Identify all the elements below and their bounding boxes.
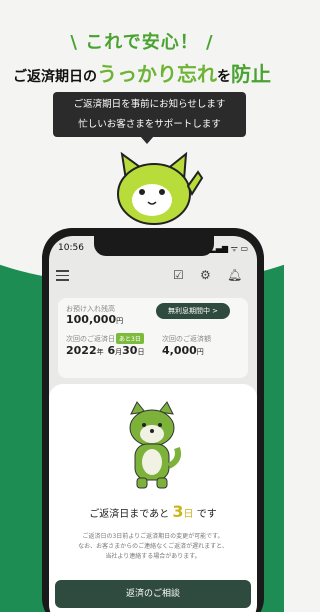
phone-screen: 10:56 ▂▄▆ ᯤ ▭ ☑ ⚙ 🔔︎ お預け入れ残高 100,000円 無利… xyxy=(49,236,257,612)
bubble-line-1: ご返済期日を事前にお知らせします xyxy=(73,99,226,110)
interest-free-button[interactable]: 無利息期間中 > xyxy=(156,303,230,319)
cat-mascot-icon xyxy=(117,151,204,225)
bell-icon[interactable]: 🔔︎ xyxy=(227,268,242,282)
days-left-tag: あと3日 xyxy=(116,333,144,344)
repayment-consult-button[interactable]: 返済のご相談 xyxy=(55,580,251,608)
days-left-value: 3 xyxy=(172,502,184,521)
days-left-message: ご返済日まであと 3日 です xyxy=(89,502,217,521)
account-card: お預け入れ残高 100,000円 無利息期間中 > 次回のご返済日 あと3日 次… xyxy=(58,298,248,378)
gear-icon[interactable]: ⚙ xyxy=(200,268,211,282)
calendar-check-icon[interactable]: ☑ xyxy=(173,268,184,282)
headline-accent: うっかり忘れ xyxy=(97,62,217,86)
balance-value: 100,000円 xyxy=(66,313,124,326)
headline-top: \ これで安心！ / xyxy=(70,32,214,53)
app-header: ☑ ⚙ 🔔︎ xyxy=(49,262,257,292)
speech-bubble: ご返済期日を事前にお知らせします 忙しいお客さまをサポートします xyxy=(53,92,246,137)
dog-mascot-icon xyxy=(129,401,181,489)
menu-icon[interactable] xyxy=(56,270,69,281)
headline-main: ご返済期日のうっかり忘れを防止 xyxy=(13,62,271,86)
status-time: 10:56 xyxy=(58,243,84,253)
promo-screen: \ これで安心！ / ご返済期日のうっかり忘れを防止 ご返済期日を事前にお知らせ… xyxy=(0,0,284,612)
phone-notch xyxy=(94,236,214,256)
bottom-sheet: ご返済日まであと 3日 です ご返済日の3日前よりご返済期日の変更が可能です。 … xyxy=(49,384,257,612)
status-icons: ▂▄▆ ᯤ ▭ xyxy=(209,244,248,253)
next-date-value: 2022年 6月30日 xyxy=(66,344,145,357)
next-date-label: 次回のご返済日 xyxy=(66,335,115,343)
next-amount-label: 次回のご返済額 xyxy=(162,335,211,343)
repayment-note: ご返済日の3日前よりご返済期日の変更が可能です。 なお、お客さまからのご連絡なく… xyxy=(78,533,228,560)
speech-bubble-tail xyxy=(140,136,154,144)
bubble-line-2: 忙しいお客さまをサポートします xyxy=(78,119,221,130)
next-amount-value: 4,000円 xyxy=(162,344,204,357)
